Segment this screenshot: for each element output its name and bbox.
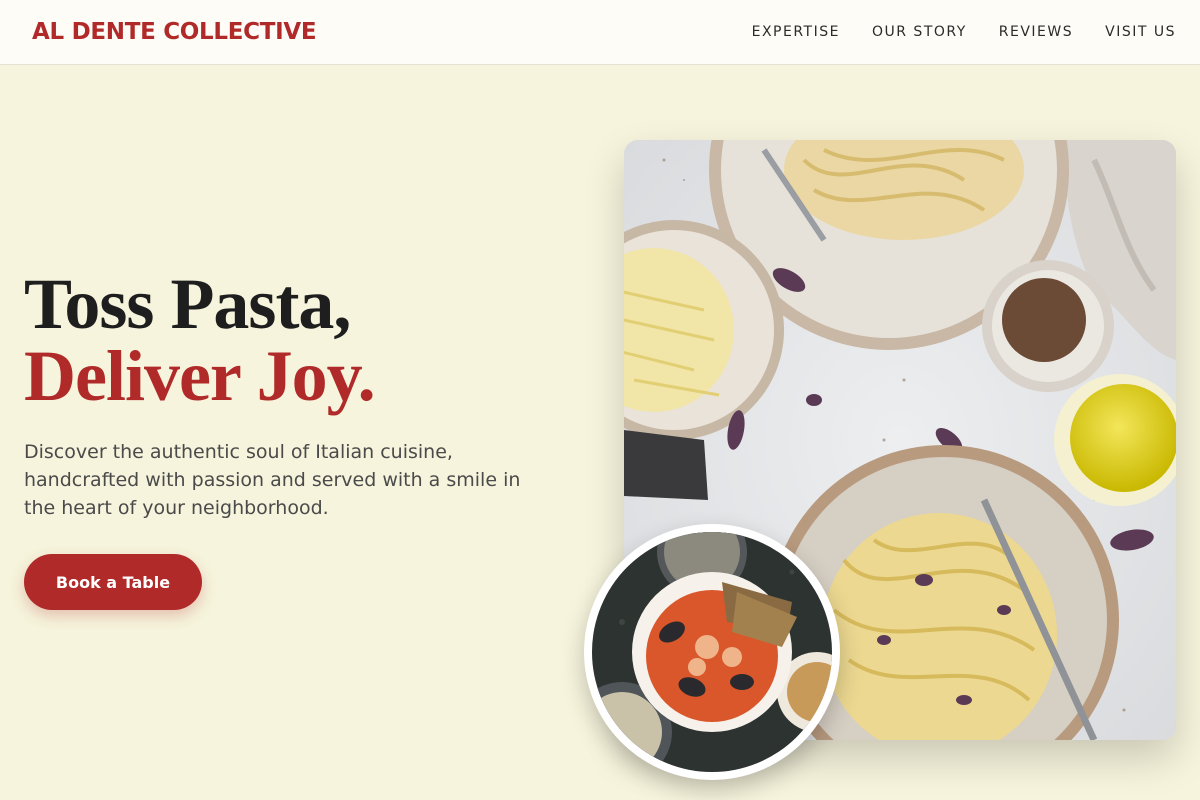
headline-line-2: Deliver Joy. [24,336,376,416]
brand-logo[interactable]: AL DENTE COLLECTIVE [32,19,317,45]
site-header: AL DENTE COLLECTIVE EXPERTISE OUR STORY … [0,0,1200,65]
seafood-dish-inset [584,524,840,780]
nav-item-our-story[interactable]: OUR STORY [872,24,967,40]
main-nav: EXPERTISE OUR STORY REVIEWS VISIT US [752,24,1176,40]
nav-item-reviews[interactable]: REVIEWS [999,24,1073,40]
hero-headline: Toss Pasta, Deliver Joy. [24,264,376,416]
book-table-button[interactable]: Book a Table [24,554,202,610]
hero-description: Discover the authentic soul of Italian c… [24,441,521,519]
headline-line-1: Toss Pasta, [24,264,351,344]
nav-item-expertise[interactable]: EXPERTISE [752,24,840,40]
nav-item-visit-us[interactable]: VISIT US [1105,24,1176,40]
seafood-stew-photo [592,532,832,772]
